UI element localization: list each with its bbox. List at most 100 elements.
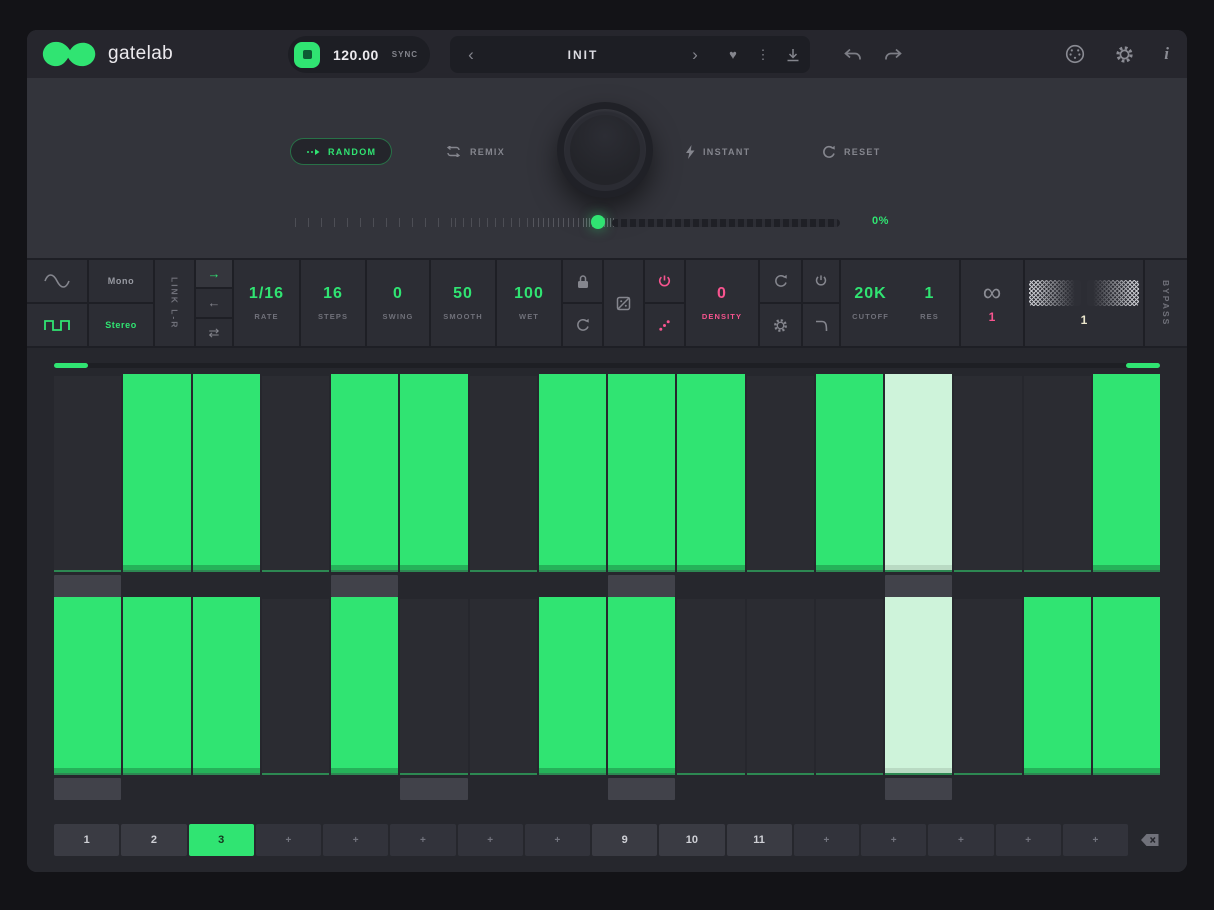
step-cell[interactable] [677, 599, 744, 775]
pattern-slot-10[interactable]: 10 [659, 824, 724, 856]
undo-button[interactable] [843, 48, 862, 61]
amount-slider-track[interactable] [612, 219, 840, 227]
bpm-value[interactable]: 120.00 [329, 47, 383, 63]
step-cell[interactable] [539, 376, 606, 572]
step-bar[interactable] [539, 597, 606, 773]
step-cell[interactable] [193, 376, 260, 572]
step-cell[interactable] [54, 599, 121, 775]
loop-range-strip[interactable] [54, 363, 1160, 368]
step-bar[interactable] [1093, 597, 1160, 773]
direction-pingpong-button[interactable]: ⇄ [196, 319, 232, 346]
step-cell[interactable] [400, 376, 467, 572]
instant-button[interactable]: INSTANT [685, 138, 750, 165]
step-marker[interactable] [54, 778, 121, 800]
step-cell[interactable] [1024, 599, 1091, 775]
pattern-slot-8[interactable]: + [525, 824, 590, 856]
texture-swatch-fade-right[interactable] [1029, 280, 1081, 306]
redo-button[interactable] [884, 48, 903, 61]
step-cell[interactable] [747, 376, 814, 572]
range-start-handle[interactable] [54, 363, 88, 368]
step-cell[interactable] [262, 376, 329, 572]
lock-button[interactable] [563, 260, 602, 304]
step-bar[interactable] [123, 597, 190, 773]
dice-off-button[interactable] [604, 260, 645, 346]
remix-button[interactable]: REMIX [445, 138, 505, 165]
direction-reverse-button[interactable]: ← [196, 289, 232, 318]
step-cell[interactable] [608, 599, 675, 775]
settings-button[interactable] [1115, 45, 1134, 64]
step-marker[interactable] [608, 575, 675, 597]
step-cell[interactable] [747, 599, 814, 775]
pattern-slot-5[interactable]: + [323, 824, 388, 856]
step-bar[interactable] [331, 374, 398, 570]
texture-swatch-fade-left[interactable] [1087, 280, 1139, 306]
step-bar[interactable] [539, 374, 606, 570]
pattern-slot-6[interactable]: + [390, 824, 455, 856]
sync-toggle[interactable]: SYNC [392, 50, 418, 59]
cycle-button[interactable] [563, 304, 602, 346]
step-cell[interactable] [1093, 599, 1160, 775]
step-cell[interactable] [262, 599, 329, 775]
pattern-slot-14[interactable]: + [928, 824, 993, 856]
rate-control[interactable]: 1/16 RATE [234, 260, 301, 346]
pattern-slot-1[interactable]: 1 [54, 824, 119, 856]
pattern-slot-16[interactable]: + [1063, 824, 1128, 856]
info-button[interactable]: i [1164, 44, 1169, 64]
step-marker[interactable] [885, 575, 952, 597]
link-lr-toggle[interactable]: LINK L-R [155, 260, 196, 346]
loop-length-control[interactable]: ∞ 1 [961, 260, 1025, 346]
random-button[interactable]: RANDOM [290, 138, 392, 165]
step-cell[interactable] [954, 376, 1021, 572]
density-control[interactable]: 0 DENSITY [686, 260, 760, 346]
step-cell[interactable] [885, 599, 952, 775]
delete-pattern-button[interactable] [1140, 833, 1160, 847]
swing-control[interactable]: 0 SWING [367, 260, 431, 346]
stop-button[interactable] [294, 42, 320, 68]
step-cell[interactable] [470, 599, 537, 775]
filter-cycle-button[interactable] [760, 260, 801, 304]
wet-control[interactable]: 100 WET [497, 260, 563, 346]
step-bar[interactable] [193, 597, 260, 773]
step-cell[interactable] [400, 599, 467, 775]
pattern-slot-9[interactable]: 9 [592, 824, 657, 856]
step-bar[interactable] [816, 374, 883, 570]
step-marker[interactable] [885, 778, 952, 800]
randomize-amount-knob[interactable] [557, 102, 653, 198]
steps-control[interactable]: 16 STEPS [301, 260, 367, 346]
step-cell[interactable] [954, 599, 1021, 775]
mono-button[interactable]: Mono [89, 260, 153, 304]
step-bar[interactable] [608, 374, 675, 570]
direction-forward-button[interactable]: → [196, 260, 232, 289]
reset-button[interactable]: RESET [822, 138, 881, 165]
step-bar[interactable] [123, 374, 190, 570]
res-control[interactable]: 1 RES [900, 260, 959, 346]
preset-name[interactable]: INIT [492, 48, 674, 62]
step-bar[interactable] [885, 374, 952, 570]
step-marker[interactable] [608, 778, 675, 800]
step-cell[interactable] [331, 599, 398, 775]
step-bar[interactable] [54, 597, 121, 773]
density-power-button[interactable] [645, 260, 684, 304]
preset-next-button[interactable]: › [674, 36, 716, 73]
favorite-button[interactable]: ♥ [716, 36, 750, 73]
step-bar[interactable] [885, 597, 952, 773]
step-bar[interactable] [608, 597, 675, 773]
step-cell[interactable] [331, 376, 398, 572]
step-marker[interactable] [331, 575, 398, 597]
save-preset-button[interactable] [776, 36, 810, 73]
cutoff-control[interactable]: 20K CUTOFF [841, 260, 900, 346]
step-bar[interactable] [193, 374, 260, 570]
pattern-slot-15[interactable]: + [996, 824, 1061, 856]
preset-prev-button[interactable]: ‹ [450, 36, 492, 73]
step-cell[interactable] [885, 376, 952, 572]
sine-wave-button[interactable] [27, 260, 87, 304]
midi-settings-button[interactable] [1065, 44, 1085, 64]
step-cell[interactable] [1093, 376, 1160, 572]
step-cell[interactable] [816, 599, 883, 775]
pattern-slot-12[interactable]: + [794, 824, 859, 856]
step-bar[interactable] [1024, 597, 1091, 773]
range-end-handle[interactable] [1126, 363, 1160, 368]
step-cell[interactable] [123, 376, 190, 572]
step-cell[interactable] [193, 599, 260, 775]
pattern-slot-3[interactable]: 3 [189, 824, 254, 856]
